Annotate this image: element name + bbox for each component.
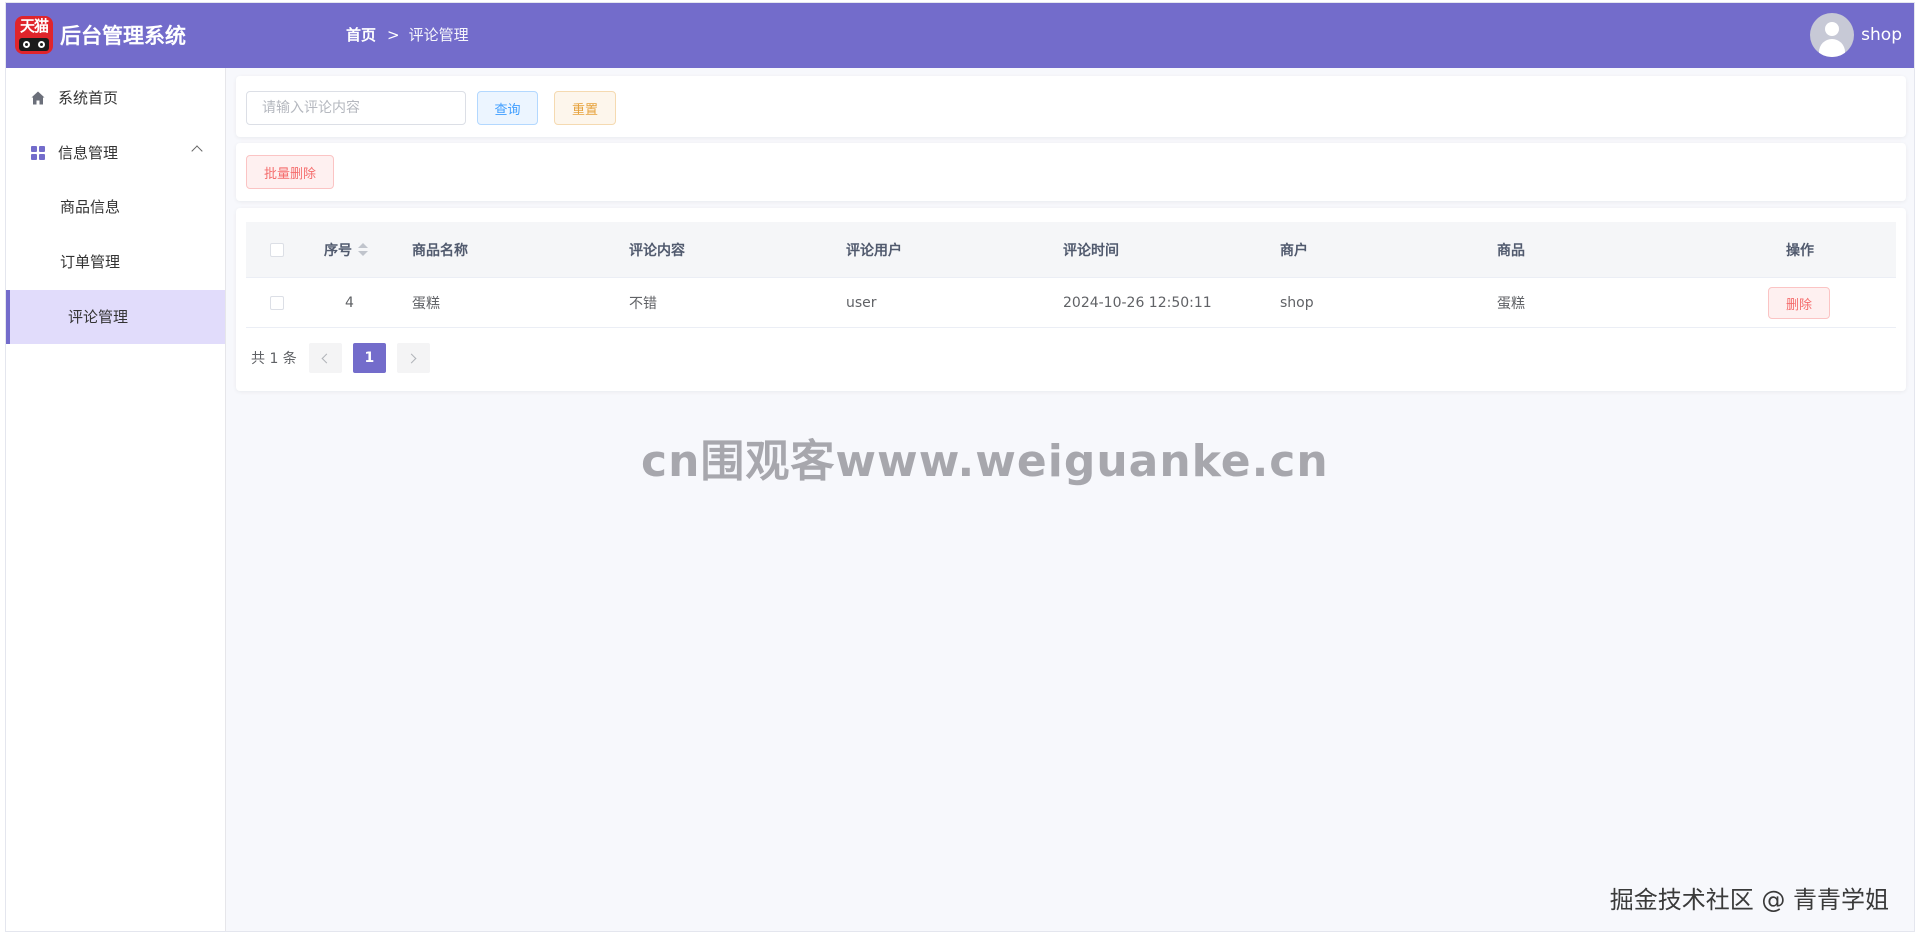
breadcrumb-current: 评论管理 [408, 26, 469, 44]
comment-table-panel: 序号 商品名称 评论内容 评论用户 评论时间 商户 商品 操作 4 蛋糕 不错 … [236, 208, 1906, 391]
username[interactable]: shop [1861, 25, 1902, 45]
prev-page-button[interactable] [308, 343, 342, 373]
column-header-product: 商品 [1497, 242, 1525, 259]
sidebar-item-label: 评论管理 [68, 308, 129, 326]
column-header-user: 评论用户 [846, 242, 902, 259]
cell-content: 不错 [629, 295, 657, 312]
table-header: 序号 商品名称 评论内容 评论用户 评论时间 商户 商品 操作 [246, 222, 1896, 278]
row-checkbox[interactable] [270, 295, 284, 310]
logo-eye-left [23, 41, 30, 48]
avatar[interactable] [1810, 13, 1855, 57]
sidebar-item-home[interactable]: 系统首页 [6, 71, 225, 125]
sidebar-item-comment-management[interactable]: 评论管理 [6, 290, 225, 344]
select-all-cell [270, 222, 284, 277]
app-window: 天猫 后台管理系统 首页 > 评论管理 shop 系统首页 信息管理 商品信息 … [5, 2, 1915, 932]
chevron-up-icon[interactable] [191, 145, 203, 157]
grid-icon [31, 146, 45, 160]
tmall-logo: 天猫 [15, 16, 53, 54]
logo-eyes [19, 38, 49, 51]
app-title: 后台管理系统 [60, 24, 186, 48]
batch-delete-button[interactable]: 批量删除 [246, 155, 334, 189]
sidebar-item-order-management[interactable]: 订单管理 [6, 235, 225, 289]
avatar-body [1819, 39, 1846, 57]
column-header-label: 序号 [324, 242, 352, 259]
cell-index: 4 [345, 294, 354, 311]
center-watermark: cn围观客www.weiguanke.cn [641, 436, 1329, 487]
column-header-merchant: 商户 [1280, 242, 1308, 259]
cell-product: 蛋糕 [1497, 295, 1525, 312]
sort-ascending-icon[interactable] [358, 243, 368, 248]
breadcrumb-separator-icon: > [387, 26, 400, 44]
reset-button[interactable]: 重置 [554, 91, 616, 125]
user-menu[interactable]: shop [1810, 13, 1902, 57]
cell-user: user [846, 294, 877, 311]
corner-watermark: 掘金技术社区 @ 青青学姐 [1609, 886, 1889, 914]
column-header-product-name: 商品名称 [412, 242, 468, 259]
row-select-cell [270, 278, 284, 327]
sidebar: 系统首页 信息管理 商品信息 订单管理 评论管理 [6, 68, 226, 931]
action-bar: 批量删除 [236, 143, 1906, 201]
search-bar: 查询 重置 [236, 76, 1906, 137]
home-icon [31, 91, 45, 105]
breadcrumb: 首页 > 评论管理 [346, 25, 469, 45]
chevron-right-icon [406, 353, 417, 363]
column-header-actions: 操作 [1786, 242, 1814, 259]
sidebar-item-label: 系统首页 [58, 89, 119, 107]
logo-eye-right [38, 41, 45, 48]
sidebar-item-label: 商品信息 [60, 198, 121, 216]
top-header: 天猫 后台管理系统 首页 > 评论管理 shop [6, 3, 1914, 68]
sidebar-item-label: 订单管理 [60, 253, 121, 271]
column-header-time: 评论时间 [1063, 242, 1119, 259]
sidebar-item-label: 信息管理 [58, 144, 119, 162]
table-row: 4 蛋糕 不错 user 2024-10-26 12:50:11 shop 蛋糕… [246, 278, 1896, 328]
pagination-total: 共 1 条 [251, 351, 297, 367]
page-number-button[interactable]: 1 [352, 343, 386, 373]
pagination: 共 1 条 1 [251, 343, 441, 373]
sidebar-item-product-info[interactable]: 商品信息 [6, 180, 225, 234]
search-input[interactable] [246, 91, 466, 125]
cell-merchant: shop [1280, 294, 1314, 311]
cell-product-name: 蛋糕 [412, 295, 440, 312]
column-header-index[interactable]: 序号 [324, 222, 368, 277]
delete-button[interactable]: 删除 [1768, 287, 1830, 319]
sort-caret-icon[interactable] [358, 243, 368, 256]
query-button[interactable]: 查询 [477, 91, 538, 125]
next-page-button[interactable] [396, 343, 430, 373]
column-header-content: 评论内容 [629, 242, 685, 259]
select-all-checkbox[interactable] [270, 242, 284, 257]
breadcrumb-home-link[interactable]: 首页 [346, 25, 376, 45]
cell-time: 2024-10-26 12:50:11 [1063, 294, 1212, 311]
sidebar-item-info-management[interactable]: 信息管理 [6, 126, 225, 180]
logo-text: 天猫 [19, 17, 49, 35]
chevron-left-icon [321, 353, 332, 363]
sort-descending-icon[interactable] [358, 251, 368, 256]
avatar-head [1825, 22, 1840, 36]
